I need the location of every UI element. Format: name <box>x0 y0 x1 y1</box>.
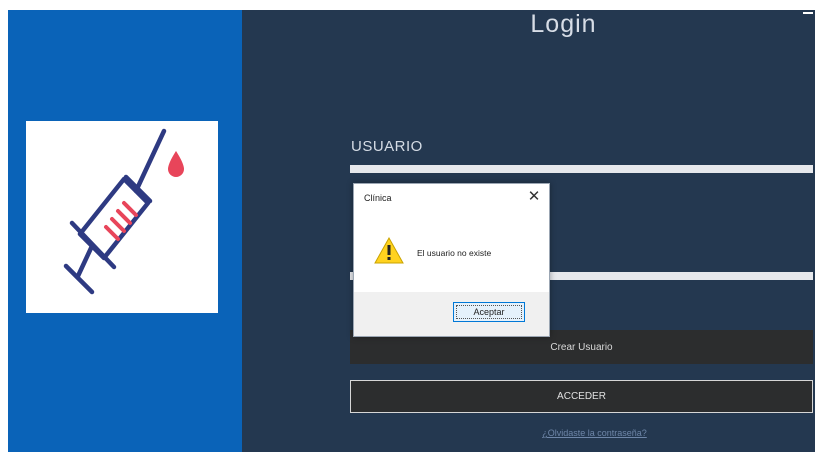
logo <box>26 121 218 313</box>
forgot-password-link[interactable]: ¿Olvidaste la contraseña? <box>242 428 815 438</box>
login-window: Login USUARIO Crear Usuario ACCEDER ¿Olv… <box>8 10 815 452</box>
left-panel <box>8 10 242 452</box>
dialog-message: El usuario no existe <box>417 248 492 258</box>
user-input[interactable] <box>350 165 813 173</box>
dialog-titlebar: Clínica ✕ <box>354 184 549 213</box>
page-title: Login <box>530 10 597 38</box>
access-button[interactable]: ACCEDER <box>350 380 813 413</box>
user-label: USUARIO <box>351 138 423 155</box>
minimize-icon[interactable] <box>803 12 813 14</box>
syringe-icon <box>63 128 184 295</box>
blood-drop-icon <box>168 151 184 177</box>
ok-button[interactable]: Aceptar <box>453 302 525 322</box>
dialog-footer: Aceptar <box>354 292 549 336</box>
message-dialog: Clínica ✕ El usuario no existe Aceptar <box>353 183 550 337</box>
close-icon[interactable]: ✕ <box>525 188 543 206</box>
dialog-body: El usuario no existe <box>354 213 549 292</box>
warning-icon <box>374 237 404 264</box>
dialog-title: Clínica <box>364 193 392 203</box>
